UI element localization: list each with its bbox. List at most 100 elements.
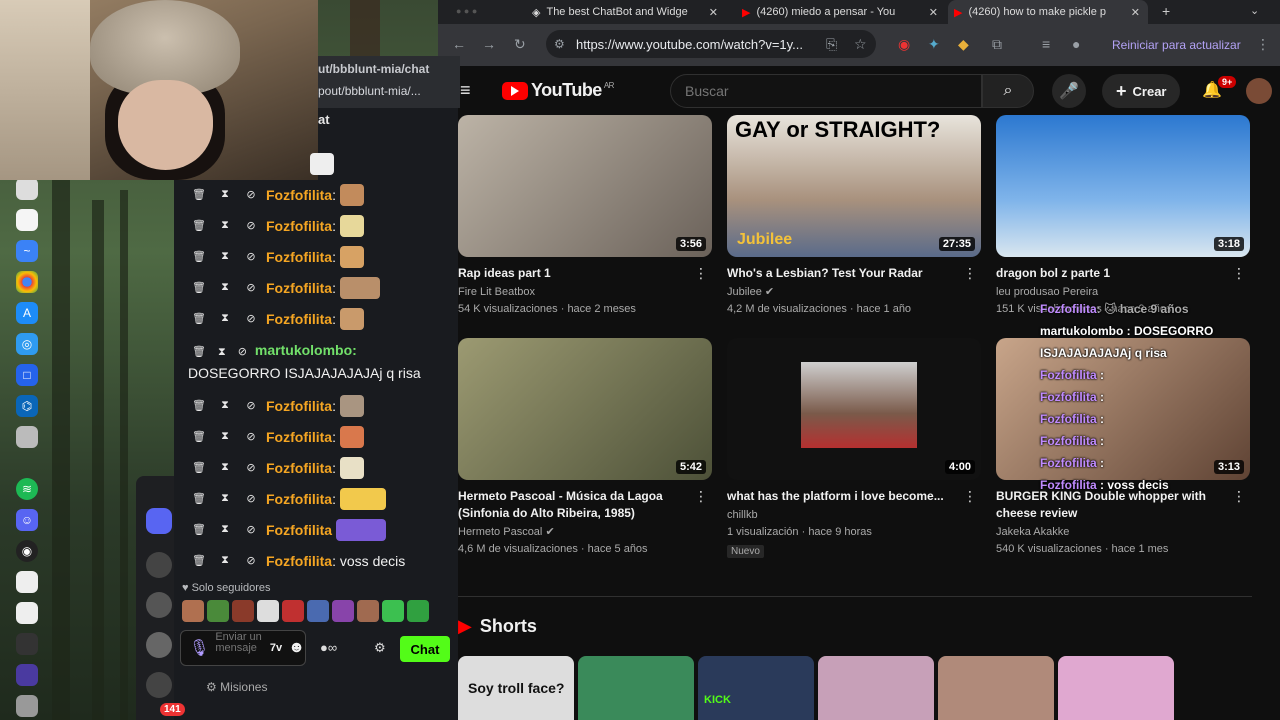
tab-search-icon[interactable]: ⌄ bbox=[1250, 4, 1259, 17]
hamburger-menu-icon[interactable]: ≡ bbox=[460, 80, 471, 101]
trash-icon[interactable] bbox=[16, 695, 38, 717]
close-icon[interactable]: ✕ bbox=[929, 6, 938, 19]
spotify-icon[interactable]: ≋ bbox=[16, 478, 38, 500]
short-card[interactable]: Soy troll face? bbox=[458, 656, 574, 720]
trash-icon[interactable]: 🗑 bbox=[192, 492, 206, 505]
extensions-puzzle-icon[interactable]: ⧉ bbox=[992, 36, 1002, 53]
app-icon-2[interactable] bbox=[16, 633, 38, 655]
short-card[interactable] bbox=[1058, 656, 1174, 720]
extension-icon[interactable]: ◉ bbox=[898, 36, 910, 53]
trash-icon[interactable]: 🗑 bbox=[192, 312, 206, 325]
cast-icon[interactable]: ⎘ bbox=[826, 36, 837, 53]
ban-icon[interactable]: ⊘ bbox=[244, 492, 258, 505]
account-avatar[interactable] bbox=[1246, 78, 1272, 104]
video-thumbnail[interactable]: 3:56 bbox=[458, 115, 712, 257]
points-icon[interactable]: ●∞ bbox=[320, 640, 337, 655]
extension-icon[interactable]: ◆ bbox=[958, 36, 969, 53]
emote-picker-strip[interactable] bbox=[182, 600, 429, 622]
window-controls[interactable]: ● ● ● bbox=[456, 6, 477, 16]
obs-icon[interactable]: ◉ bbox=[16, 540, 38, 562]
timeout-icon[interactable]: ⧗ bbox=[218, 188, 232, 201]
timeout-icon[interactable]: ⧗ bbox=[218, 346, 226, 358]
safari-icon[interactable]: ◎ bbox=[16, 333, 38, 355]
trash-icon[interactable]: 🗑 bbox=[192, 399, 206, 412]
more-options-icon[interactable]: ⋮ bbox=[694, 488, 708, 505]
chat-send-button[interactable]: Chat bbox=[400, 636, 450, 662]
ban-icon[interactable]: ⊘ bbox=[244, 219, 258, 232]
timeout-icon[interactable]: ⧗ bbox=[218, 312, 232, 325]
youtube-logo[interactable]: YouTube AR bbox=[502, 80, 614, 101]
ban-icon[interactable]: ⊘ bbox=[244, 399, 258, 412]
channel-name[interactable]: Jakeka Akakke bbox=[996, 524, 1250, 541]
short-card[interactable] bbox=[938, 656, 1054, 720]
create-button[interactable]: + Crear bbox=[1102, 74, 1181, 108]
tab-youtube-2[interactable]: ▶ (4260) how to make pickle p ✕ bbox=[948, 0, 1148, 24]
timeout-icon[interactable]: ⧗ bbox=[218, 219, 232, 232]
chat-message-input[interactable]: 🎙 7v ☻ bbox=[180, 630, 306, 666]
short-card[interactable] bbox=[818, 656, 934, 720]
trash-icon[interactable]: 🗑 bbox=[192, 523, 206, 536]
settings-gear-icon[interactable]: ⚙ bbox=[374, 640, 386, 656]
profile-avatar-icon[interactable]: ● bbox=[1072, 36, 1080, 52]
timeout-icon[interactable]: ⧗ bbox=[218, 399, 232, 412]
timeout-icon[interactable]: ⧗ bbox=[218, 554, 232, 567]
menu-icon[interactable]: ⋮ bbox=[1256, 36, 1270, 53]
video-thumbnail[interactable]: 3:18 bbox=[996, 115, 1250, 257]
video-card[interactable]: 3:18 dragon bol z parte 1 leu produsao P… bbox=[996, 115, 1250, 318]
search-button[interactable]: ⌕ bbox=[982, 74, 1034, 108]
discord-icon[interactable]: ☺ bbox=[16, 509, 38, 531]
video-card[interactable]: 5:42 Hermeto Pascoal - Música da Lagoa (… bbox=[458, 338, 712, 558]
more-options-icon[interactable]: ⋮ bbox=[1232, 265, 1246, 282]
channel-name[interactable]: Jubilee ✔ bbox=[727, 284, 981, 301]
update-browser-button[interactable]: Reiniciar para actualizar bbox=[1102, 33, 1251, 57]
freeform-icon[interactable]: ~ bbox=[16, 240, 38, 262]
ban-icon[interactable]: ⊘ bbox=[244, 250, 258, 263]
ban-icon[interactable]: ⊘ bbox=[244, 523, 258, 536]
server-icon[interactable] bbox=[146, 632, 172, 658]
file-icon[interactable] bbox=[16, 571, 38, 593]
ban-icon[interactable]: ⊘ bbox=[244, 554, 258, 567]
trash-icon[interactable]: 🗑 bbox=[192, 188, 206, 201]
video-card[interactable]: GAY or STRAIGHT? Jubilee 27:35 Who's a L… bbox=[727, 115, 981, 318]
trash-icon[interactable]: 🗑 bbox=[192, 219, 206, 232]
timeout-icon[interactable]: ⧗ bbox=[218, 281, 232, 294]
server-icon[interactable] bbox=[146, 672, 172, 698]
channel-name[interactable]: Fire Lit Beatbox bbox=[458, 284, 712, 301]
mic-icon[interactable]: 🎙 bbox=[189, 638, 209, 658]
extension-icon[interactable]: ✦ bbox=[928, 36, 940, 53]
server-icon[interactable] bbox=[146, 592, 172, 618]
video-title[interactable]: Hermeto Pascoal - Música da Lagoa (Sinfo… bbox=[458, 488, 712, 522]
ban-icon[interactable]: ⊘ bbox=[244, 430, 258, 443]
trash-icon[interactable]: 🗑 bbox=[192, 346, 206, 358]
trash-icon[interactable]: 🗑 bbox=[192, 281, 206, 294]
ban-icon[interactable]: ⊘ bbox=[244, 281, 258, 294]
video-title[interactable]: dragon bol z parte 1 bbox=[996, 265, 1250, 282]
channel-name[interactable]: chillkb bbox=[727, 507, 981, 524]
site-info-icon[interactable]: ⚙ bbox=[554, 37, 565, 51]
timeout-icon[interactable]: ⧗ bbox=[218, 492, 232, 505]
server-icon[interactable] bbox=[146, 552, 172, 578]
ban-icon[interactable]: ⊘ bbox=[244, 461, 258, 474]
more-options-icon[interactable]: ⋮ bbox=[694, 265, 708, 282]
chrome-icon[interactable] bbox=[16, 271, 38, 293]
tab-youtube-1[interactable]: ▶ (4260) miedo a pensar - You ✕ bbox=[736, 0, 946, 24]
missions-link[interactable]: ⚙ Misiones bbox=[206, 680, 267, 694]
timeout-icon[interactable]: ⧗ bbox=[218, 250, 232, 263]
7tv-icon[interactable]: 7v bbox=[270, 642, 282, 654]
short-card[interactable]: KICK bbox=[698, 656, 814, 720]
ban-icon[interactable]: ⊘ bbox=[244, 188, 258, 201]
trash-icon[interactable]: 🗑 bbox=[192, 461, 206, 474]
video-thumbnail[interactable]: 4:00 bbox=[727, 338, 981, 480]
voice-search-button[interactable]: 🎤 bbox=[1052, 74, 1086, 108]
new-tab-icon[interactable]: + bbox=[1162, 3, 1170, 19]
app-store-icon[interactable]: A bbox=[16, 302, 38, 324]
app-icon[interactable]: □ bbox=[16, 364, 38, 386]
ban-icon[interactable]: ⊘ bbox=[238, 346, 247, 358]
display-icon[interactable] bbox=[16, 664, 38, 686]
close-icon[interactable]: ✕ bbox=[709, 6, 718, 19]
channel-name[interactable]: Hermeto Pascoal ✔ bbox=[458, 524, 712, 541]
video-title[interactable]: what has the platform i love become... bbox=[727, 488, 981, 505]
discord-window[interactable] bbox=[136, 476, 176, 720]
blank-doc-icon[interactable] bbox=[16, 426, 38, 448]
bookmark-star-icon[interactable]: ☆ bbox=[854, 36, 867, 53]
